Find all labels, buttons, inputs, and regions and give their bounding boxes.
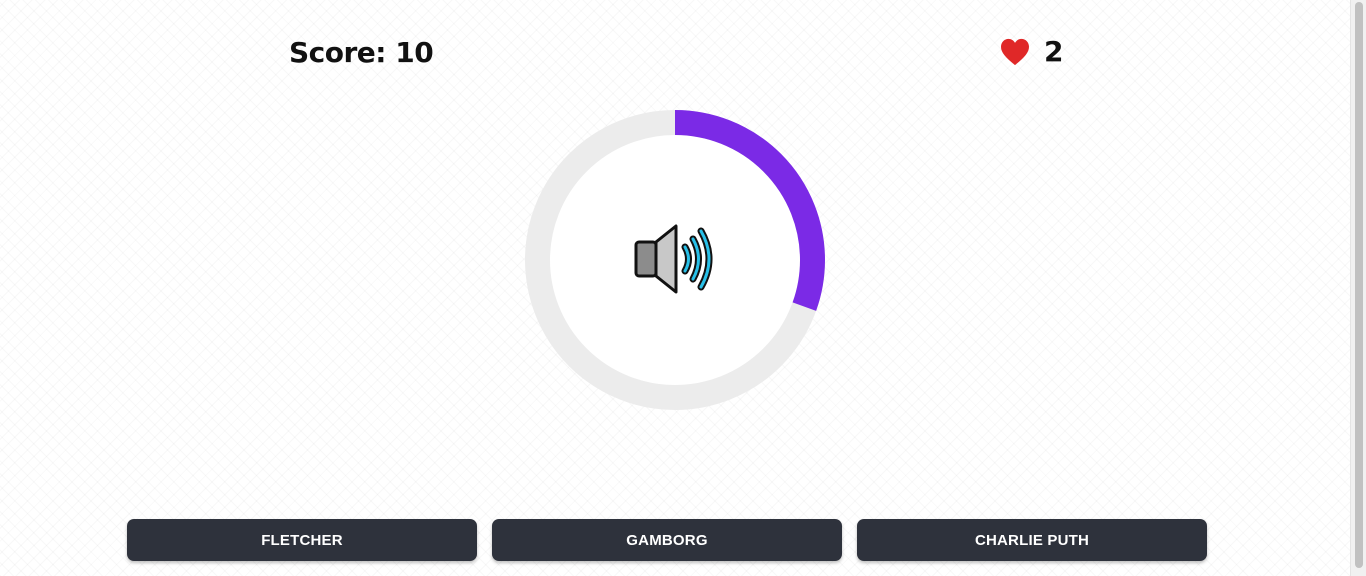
lives-count: 2 — [1044, 35, 1064, 68]
speaker-icon — [634, 224, 713, 294]
answer-button-2[interactable]: GAMBORG — [492, 519, 842, 561]
lives-display: 2 — [1000, 38, 1063, 66]
score-display: Score: 10 — [289, 36, 434, 69]
game-screen: Score: 10 2 FLETCHER GAMBORG CHARLIE PUT… — [0, 0, 1350, 576]
play-sound-button[interactable] — [630, 220, 720, 300]
answer-button-1[interactable]: FLETCHER — [127, 519, 477, 561]
answer-button-3[interactable]: CHARLIE PUTH — [857, 519, 1207, 561]
heart-icon — [1001, 38, 1029, 66]
scrollbar-thumb[interactable] — [1355, 2, 1363, 568]
vertical-scrollbar[interactable] — [1350, 0, 1366, 576]
answer-options: FLETCHER GAMBORG CHARLIE PUTH — [127, 519, 1207, 561]
